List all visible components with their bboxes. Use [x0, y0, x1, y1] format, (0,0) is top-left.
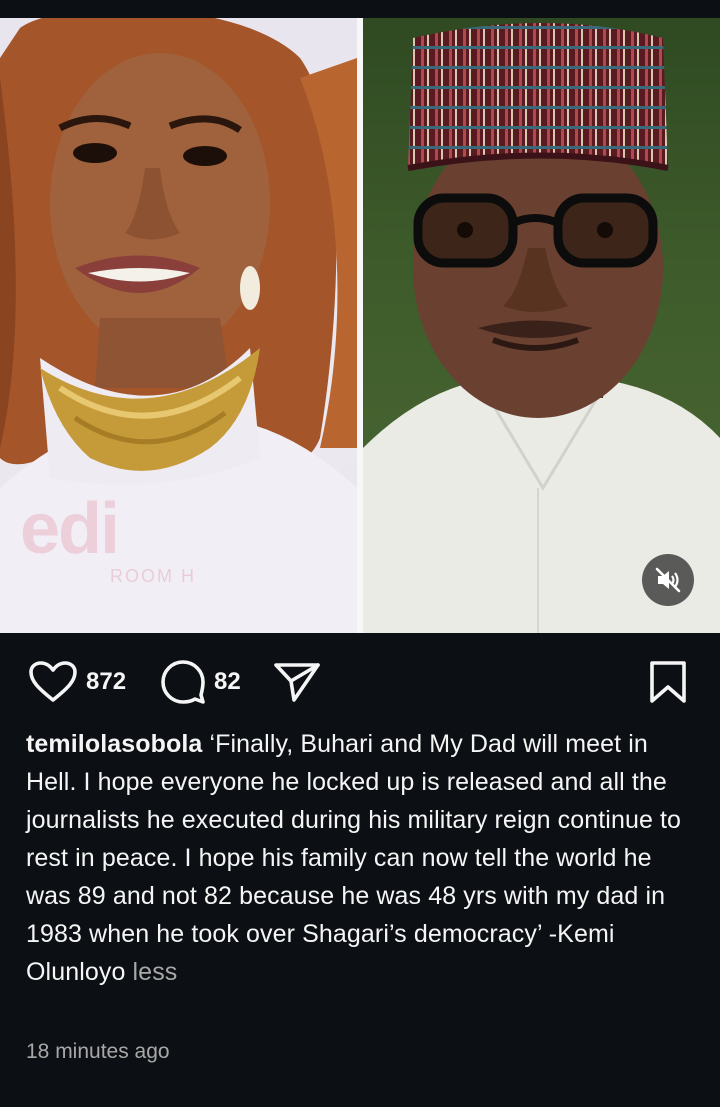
like-count[interactable]: 872 — [86, 668, 126, 696]
speaker-muted-icon — [655, 567, 681, 593]
share-button[interactable] — [272, 650, 322, 714]
like-button[interactable]: 872 — [28, 650, 126, 714]
mute-toggle-button[interactable] — [642, 554, 694, 606]
save-button[interactable] — [648, 650, 688, 714]
post-caption: temilolasobola ‘Finally, Buhari and My D… — [26, 725, 698, 991]
caption-text: ‘Finally, Buhari and My Dad will meet in… — [26, 730, 682, 986]
watermark-subtext: ROOM H — [110, 566, 196, 586]
post-timestamp[interactable]: 18 minutes ago — [26, 1040, 170, 1064]
send-icon — [274, 663, 320, 702]
post-actions-bar: 872 82 — [0, 650, 720, 714]
left-photo: edi ROOM H — [0, 18, 357, 633]
bookmark-icon — [650, 661, 686, 703]
right-photo-illustration — [363, 23, 720, 633]
right-photo — [363, 18, 720, 633]
caption-less-toggle[interactable]: less — [133, 958, 178, 986]
heart-icon — [29, 661, 77, 702]
comment-bubble-icon — [161, 660, 205, 704]
caption-username[interactable]: temilolasobola — [26, 730, 202, 758]
top-strip — [0, 0, 720, 18]
watermark-text: edi — [20, 489, 120, 569]
comment-count[interactable]: 82 — [214, 668, 241, 696]
comment-button[interactable]: 82 — [160, 650, 241, 714]
post-media[interactable]: edi ROOM H — [0, 18, 720, 633]
